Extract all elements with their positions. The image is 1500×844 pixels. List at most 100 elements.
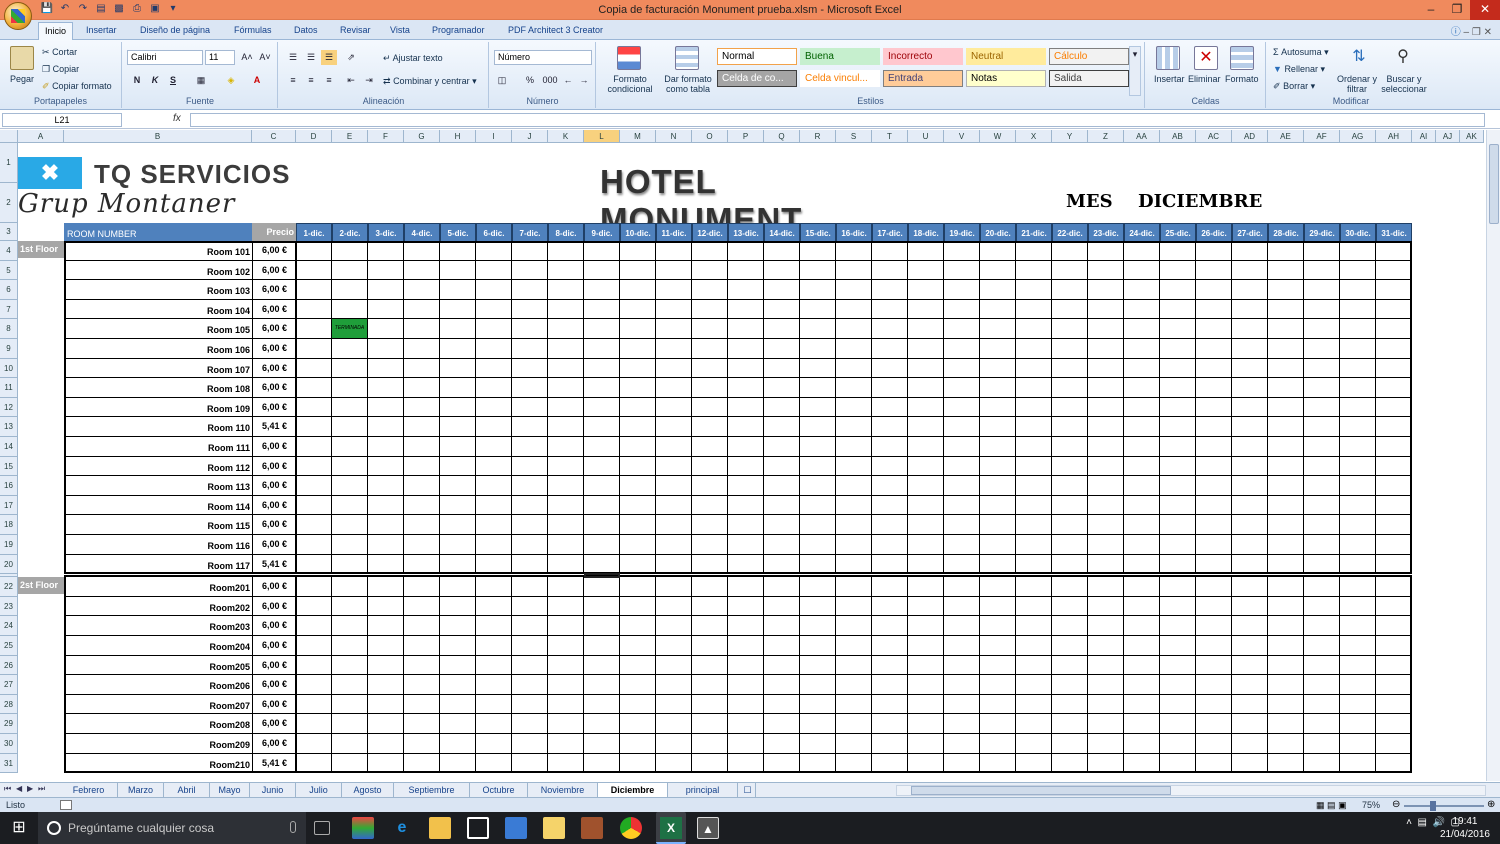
day-cell[interactable] [980, 241, 1016, 261]
day-cell[interactable] [1232, 714, 1268, 734]
day-cell[interactable] [656, 241, 692, 261]
ribbon-close-icon[interactable]: ✕ [1484, 27, 1492, 38]
day-cell[interactable] [872, 734, 908, 754]
room-name-cell[interactable]: Room 110 [64, 417, 252, 437]
day-cell[interactable] [584, 577, 620, 597]
day-cell[interactable] [944, 714, 980, 734]
day-cell[interactable] [620, 694, 656, 715]
day-cell[interactable] [944, 476, 980, 496]
day-cell[interactable] [368, 596, 404, 617]
day-cell[interactable] [800, 616, 836, 636]
room-name-cell[interactable]: Room203 [64, 616, 252, 636]
day-cell[interactable] [656, 378, 692, 398]
day-cell[interactable] [368, 577, 404, 597]
day-cell[interactable] [368, 358, 404, 379]
day-cell[interactable] [944, 655, 980, 676]
room-price-cell[interactable]: 6,00 € [252, 476, 296, 496]
day-cell[interactable] [692, 535, 728, 555]
day-cell[interactable] [728, 515, 764, 535]
sheet-tab-mayo[interactable]: Mayo [210, 783, 250, 797]
day-cell[interactable] [1052, 535, 1088, 555]
day-cell[interactable] [908, 734, 944, 754]
day-cell[interactable] [332, 299, 368, 320]
day-cell[interactable] [800, 417, 836, 437]
day-cell[interactable] [980, 554, 1016, 575]
room-name-cell[interactable]: Room 113 [64, 476, 252, 496]
room-name-cell[interactable]: Room 102 [64, 260, 252, 281]
room-price-cell[interactable]: 6,00 € [252, 655, 296, 676]
room-name-cell[interactable]: Room209 [64, 734, 252, 754]
room-name-cell[interactable]: Room 107 [64, 358, 252, 379]
day-cell[interactable] [548, 554, 584, 575]
sheet-tab-agosto[interactable]: Agosto [342, 783, 394, 797]
day-cell[interactable] [1376, 456, 1412, 477]
day-cell[interactable] [1124, 515, 1160, 535]
day-cell[interactable] [1016, 675, 1052, 695]
day-cell[interactable] [1088, 495, 1124, 516]
day-cell[interactable] [1304, 319, 1340, 339]
day-cell[interactable] [1196, 241, 1232, 261]
day-cell[interactable] [1304, 456, 1340, 477]
day-cell[interactable] [476, 596, 512, 617]
day-cell[interactable] [1124, 577, 1160, 597]
day-cell[interactable] [1088, 437, 1124, 457]
day-cell[interactable] [404, 694, 440, 715]
day-cell[interactable] [1340, 636, 1376, 656]
day-cell[interactable] [512, 596, 548, 617]
decrease-decimal-icon[interactable]: → [576, 73, 592, 88]
cell-style-c-lculo[interactable]: Cálculo [1049, 48, 1129, 65]
day-cell[interactable] [728, 694, 764, 715]
day-cell[interactable] [332, 535, 368, 555]
delete-button[interactable]: Eliminar [1188, 74, 1221, 84]
day-cell[interactable] [800, 535, 836, 555]
day-cell[interactable] [620, 714, 656, 734]
day-cell[interactable] [944, 596, 980, 617]
column-header-u[interactable]: U [908, 130, 944, 143]
day-cell[interactable] [1088, 339, 1124, 359]
day-cell[interactable] [1304, 577, 1340, 597]
day-cell[interactable] [1160, 535, 1196, 555]
day-cell[interactable] [1124, 616, 1160, 636]
day-cell[interactable] [1196, 515, 1232, 535]
sheet-tab-julio[interactable]: Julio [296, 783, 342, 797]
underline-button[interactable]: S [165, 73, 181, 88]
day-cell[interactable] [764, 753, 800, 774]
day-cell[interactable] [1016, 437, 1052, 457]
day-cell[interactable] [944, 577, 980, 597]
photos-app-icon[interactable]: ▲ [697, 817, 719, 839]
day-cell[interactable] [620, 636, 656, 656]
day-cell[interactable] [296, 378, 332, 398]
row-header-25[interactable]: 25 [0, 636, 18, 656]
day-cell[interactable] [1160, 694, 1196, 715]
column-header-t[interactable]: T [872, 130, 908, 143]
row-header-6[interactable]: 6 [0, 280, 18, 300]
day-cell[interactable] [1232, 694, 1268, 715]
day-cell[interactable] [1196, 734, 1232, 754]
day-cell[interactable] [692, 655, 728, 676]
day-cell[interactable] [584, 495, 620, 516]
room-price-cell[interactable]: 6,00 € [252, 260, 296, 281]
day-cell[interactable] [332, 734, 368, 754]
room-price-cell[interactable]: 6,00 € [252, 616, 296, 636]
day-cell[interactable] [656, 616, 692, 636]
find-select-icon[interactable]: ⚲ [1391, 46, 1415, 70]
row-header-23[interactable]: 23 [0, 596, 18, 617]
day-cell[interactable] [944, 299, 980, 320]
room-name-cell[interactable]: Room210 [64, 753, 252, 774]
day-cell[interactable] [728, 339, 764, 359]
day-cell[interactable] [620, 417, 656, 437]
day-cell[interactable] [1232, 241, 1268, 261]
day-cell[interactable] [1376, 655, 1412, 676]
mail-folder-icon[interactable] [543, 817, 565, 839]
day-cell[interactable] [296, 456, 332, 477]
column-header-c[interactable]: C [252, 130, 296, 143]
day-cell[interactable] [1268, 577, 1304, 597]
day-cell[interactable] [728, 753, 764, 774]
day-cell[interactable] [656, 596, 692, 617]
column-header-af[interactable]: AF [1304, 130, 1340, 143]
day-cell[interactable] [440, 636, 476, 656]
row-header-10[interactable]: 10 [0, 358, 18, 379]
day-cell[interactable] [1052, 495, 1088, 516]
microphone-icon[interactable] [290, 821, 296, 833]
day-cell[interactable] [1124, 495, 1160, 516]
